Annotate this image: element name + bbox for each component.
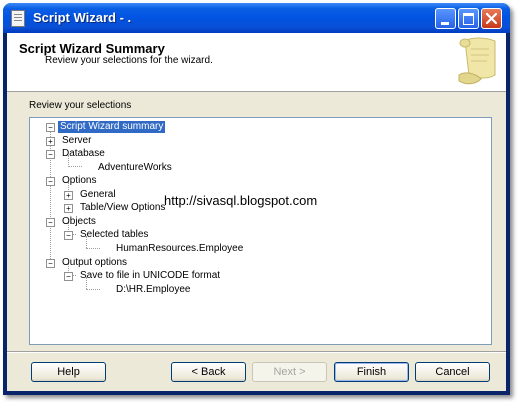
scroll-icon <box>458 37 496 85</box>
minimize-button[interactable] <box>435 8 456 29</box>
tree-node-save-to-file[interactable]: Save to file in UNICODE format <box>80 270 220 282</box>
close-button[interactable] <box>481 8 502 29</box>
cancel-button[interactable]: Cancel <box>415 362 490 382</box>
collapse-selected-tables-toggle[interactable]: − <box>64 231 73 240</box>
page-subtitle: Review your selections for the wizard. <box>45 55 213 66</box>
review-selections-label: Review your selections <box>29 100 132 111</box>
collapse-options-toggle[interactable]: − <box>46 177 55 186</box>
expand-table-view-options-toggle[interactable]: + <box>64 204 73 213</box>
title-bar[interactable]: Script Wizard - . <box>3 3 510 33</box>
collapse-objects-toggle[interactable]: − <box>46 218 55 227</box>
help-button[interactable]: Help <box>31 362 106 382</box>
window-title: Script Wizard - . <box>33 10 132 25</box>
tree-node-selected-tables[interactable]: Selected tables <box>80 229 148 241</box>
tree-node-options[interactable]: Options <box>62 175 96 187</box>
tree-node-root[interactable]: Script Wizard summary <box>58 121 166 133</box>
maximize-button[interactable] <box>458 8 479 29</box>
next-button[interactable]: Next > <box>252 362 327 382</box>
expand-general-toggle[interactable]: + <box>64 191 73 200</box>
document-icon <box>11 10 25 27</box>
tree-node-objects[interactable]: Objects <box>62 216 96 228</box>
collapse-save-to-file-toggle[interactable]: − <box>64 272 73 281</box>
close-icon <box>485 12 498 25</box>
collapse-root-toggle[interactable]: − <box>46 123 55 132</box>
footer-divider <box>7 351 506 353</box>
collapse-database-toggle[interactable]: − <box>46 150 55 159</box>
wizard-header: Script Wizard Summary Review your select… <box>7 33 506 92</box>
tree-node-database[interactable]: Database <box>62 148 105 160</box>
selections-tree[interactable]: − + − − + + − − − − Script Wizard summar… <box>29 117 492 345</box>
page-title: Script Wizard Summary <box>19 41 165 56</box>
tree-node-table-view-options[interactable]: Table/View Options <box>80 202 165 214</box>
wizard-client-area: Script Wizard Summary Review your select… <box>7 33 506 391</box>
tree-node-file-path[interactable]: D:\HR.Employee <box>116 284 190 296</box>
tree-node-table-name[interactable]: HumanResources.Employee <box>116 243 243 255</box>
tree-node-general[interactable]: General <box>80 189 116 201</box>
collapse-output-options-toggle[interactable]: − <box>46 259 55 268</box>
expand-server-toggle[interactable]: + <box>46 137 55 146</box>
tree-node-server[interactable]: Server <box>62 135 91 147</box>
tree-node-output-options[interactable]: Output options <box>62 257 127 269</box>
finish-button[interactable]: Finish <box>334 362 409 382</box>
blog-url-watermark: http://sivasql.blogspot.com <box>164 193 318 208</box>
tree-node-database-name[interactable]: AdventureWorks <box>98 162 172 174</box>
back-button[interactable]: < Back <box>171 362 246 382</box>
